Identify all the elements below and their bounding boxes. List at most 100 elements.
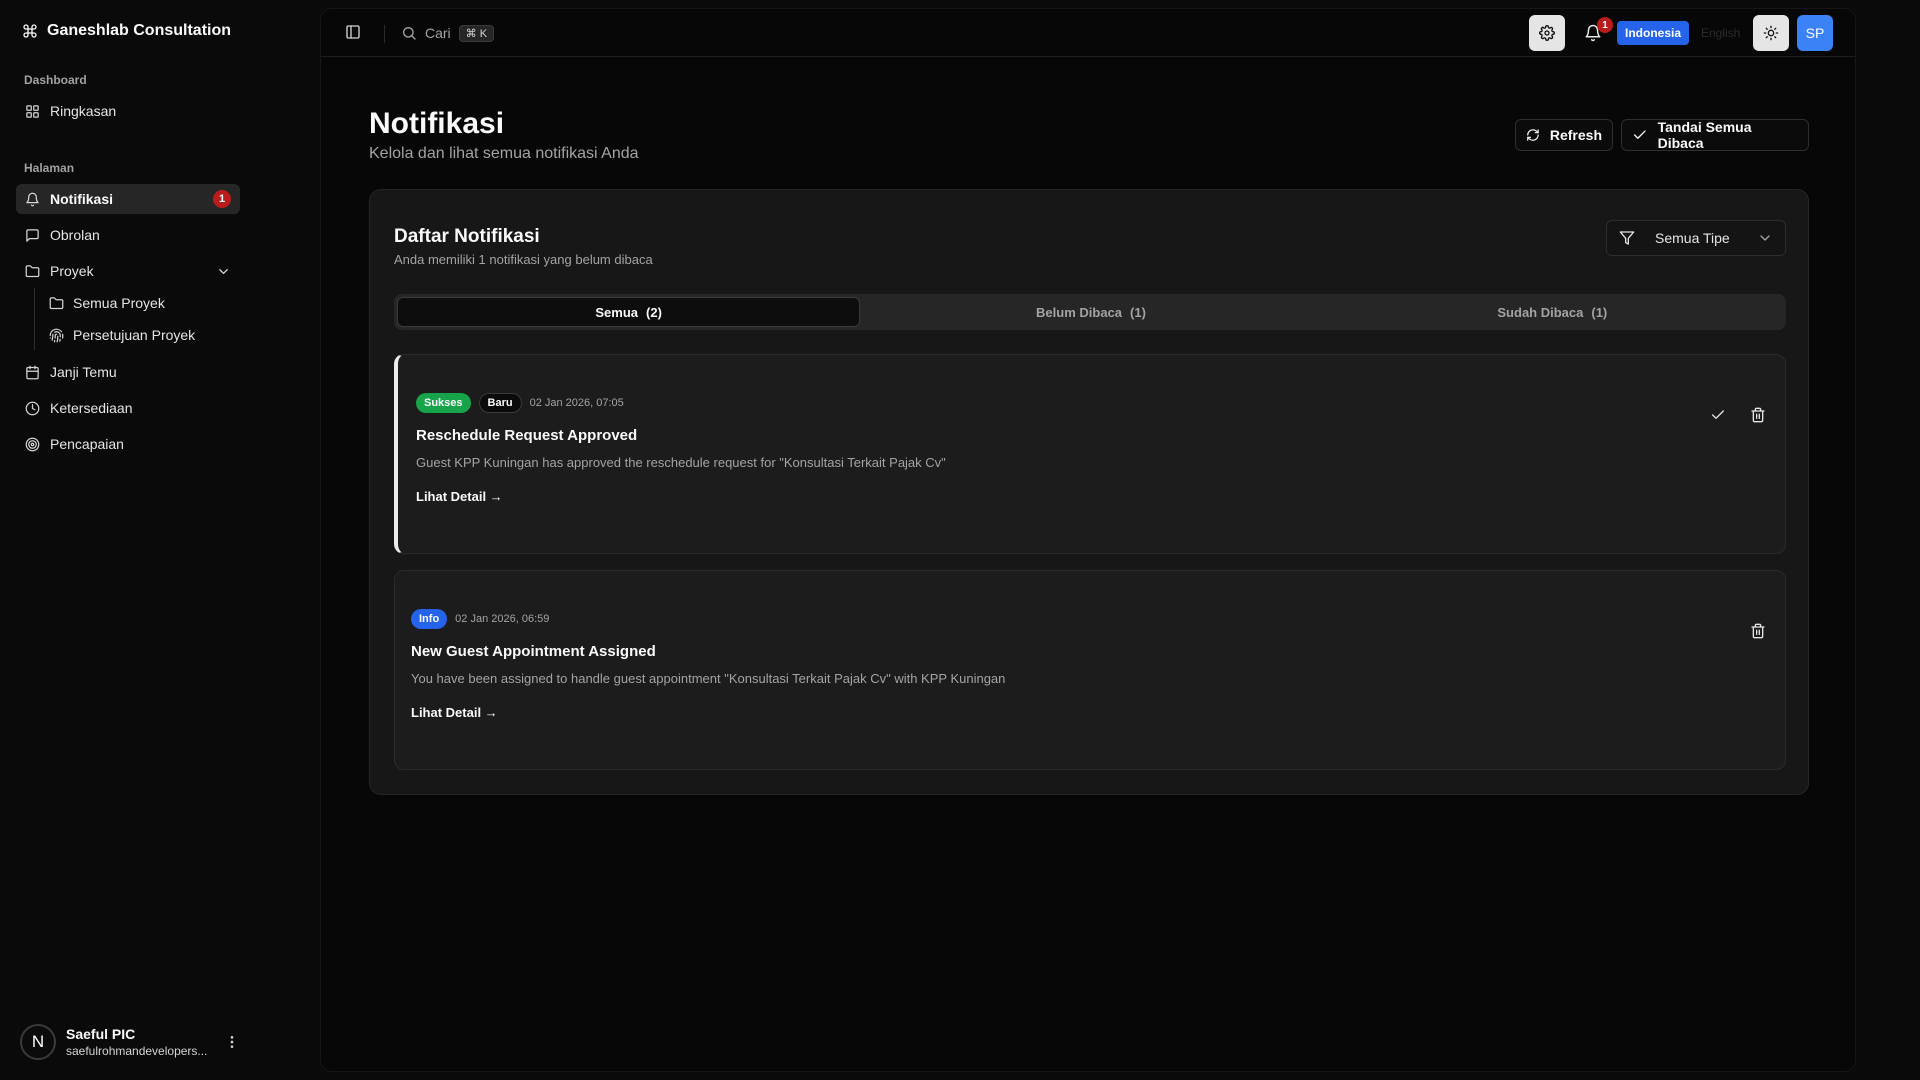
view-detail-link[interactable]: Lihat Detail → <box>411 705 498 720</box>
sidebar-item-label: Pencapaian <box>50 436 124 452</box>
sidebar-subitem-label: Semua Proyek <box>73 295 165 311</box>
topbar-divider <box>384 25 385 43</box>
notification-description: You have been assigned to handle guest a… <box>411 671 1006 686</box>
trash-icon <box>1751 623 1765 639</box>
notification-list-card: Daftar Notifikasi Anda memiliki 1 notifi… <box>369 189 1809 795</box>
search-label: Cari <box>425 25 451 41</box>
more-vertical-icon[interactable] <box>224 1034 240 1050</box>
sidebar-item-label: Obrolan <box>50 227 100 243</box>
folder-icon <box>25 264 40 277</box>
mark-all-read-button[interactable]: Tandai Semua Dibaca <box>1621 119 1809 151</box>
command-icon <box>23 24 37 38</box>
check-icon <box>1712 410 1724 419</box>
settings-button[interactable] <box>1529 15 1565 51</box>
tab-label: Semua <box>595 304 639 320</box>
sidebar-item-label: Janji Temu <box>50 364 117 380</box>
sidebar-item-ringkasan[interactable]: Ringkasan <box>16 96 240 126</box>
notification-item[interactable]: Sukses Baru 02 Jan 2026, 07:05 Reschedul… <box>394 354 1786 554</box>
layout-grid-icon <box>26 104 39 118</box>
tab-belum-dibaca[interactable]: Belum Dibaca (1) <box>860 297 1321 327</box>
sidebar-item-label: Notifikasi <box>50 191 114 207</box>
tab-sudah-dibaca[interactable]: Sudah Dibaca (1) <box>1322 297 1783 327</box>
sidebar-subitem-label: Persetujuan Proyek <box>73 327 196 343</box>
sidebar: Ganeshlab Consultation Dashboard Ringkas… <box>0 0 320 1080</box>
chevron-down-icon <box>1760 235 1770 241</box>
delete-button[interactable] <box>1746 403 1770 427</box>
card-subtitle: Anda memiliki 1 notifikasi yang belum di… <box>394 252 653 267</box>
search-shortcut: ⌘ K <box>458 24 495 42</box>
type-badge-info: Info <box>411 609 448 629</box>
chevron-down-icon[interactable] <box>216 264 231 279</box>
tab-label: Belum Dibaca <box>1036 304 1123 320</box>
check-icon <box>1633 130 1646 139</box>
panel-left-icon <box>346 25 360 39</box>
trash-icon <box>1751 407 1765 423</box>
folder-icon <box>49 296 64 309</box>
sidebar-item-ketersediaan[interactable]: Ketersediaan <box>16 393 240 423</box>
sidebar-item-pencapaian[interactable]: Pencapaian <box>16 429 240 459</box>
mark-read-button[interactable] <box>1706 403 1730 427</box>
filter-icon <box>1619 231 1635 245</box>
tab-semua[interactable]: Semua (2) <box>397 297 861 327</box>
clock-icon <box>25 401 40 415</box>
language-english-button[interactable]: English <box>1695 21 1746 45</box>
notification-item[interactable]: Info 02 Jan 2026, 06:59 New Guest Appoin… <box>394 570 1786 770</box>
sidebar-item-label: Ringkasan <box>50 103 117 119</box>
new-badge: Baru <box>478 393 522 413</box>
page-subtitle: Kelola dan lihat semua notifikasi Anda <box>369 145 639 162</box>
sidebar-subitem-persetujuan-proyek[interactable]: Persetujuan Proyek <box>40 321 240 349</box>
sidebar-item-obrolan[interactable]: Obrolan <box>16 220 240 250</box>
notifications-button[interactable]: 1 <box>1575 15 1613 51</box>
brand[interactable]: Ganeshlab Consultation <box>22 22 231 40</box>
tab-count: (2) <box>646 304 662 320</box>
notification-tabs: Semua (2) Belum Dibaca (1) Sudah Dibaca … <box>394 294 1786 330</box>
search-icon <box>403 27 416 40</box>
type-badge-success: Sukses <box>416 393 471 413</box>
language-indonesia-button[interactable]: Indonesia <box>1617 21 1690 45</box>
sidebar-item-proyek[interactable]: Proyek <box>16 256 240 286</box>
sidebar-subitem-semua-proyek[interactable]: Semua Proyek <box>40 289 240 317</box>
avatar: N <box>20 1024 56 1060</box>
type-filter-select[interactable]: Semua Tipe <box>1606 220 1786 256</box>
search-button[interactable]: Cari ⌘ K <box>401 21 495 45</box>
message-square-icon <box>26 228 39 242</box>
refresh-button[interactable]: Refresh <box>1515 119 1613 151</box>
tab-label: Sudah Dibaca <box>1497 304 1584 320</box>
fingerprint-icon <box>49 328 64 342</box>
notification-date: 02 Jan 2026, 06:59 <box>455 613 550 625</box>
theme-toggle-button[interactable] <box>1753 15 1789 51</box>
sun-icon <box>1763 25 1779 41</box>
notification-title: New Guest Appointment Assigned <box>411 643 656 660</box>
gear-icon <box>1539 25 1555 41</box>
notification-count-badge: 1 <box>213 190 231 208</box>
sidebar-item-label: Ketersediaan <box>50 400 133 416</box>
user-name: Saeful PIC <box>66 1026 136 1042</box>
page-title: Notifikasi <box>369 107 505 140</box>
topbar: Cari ⌘ K 1 Indonesia English SP <box>321 9 1855 57</box>
view-detail-link[interactable]: Lihat Detail → <box>416 489 503 504</box>
main-panel: Cari ⌘ K 1 Indonesia English SP Notifika… <box>320 8 1856 1072</box>
mark-all-read-label: Tandai Semua Dibaca <box>1657 119 1752 151</box>
notification-title: Reschedule Request Approved <box>416 427 638 444</box>
delete-button[interactable] <box>1746 619 1770 643</box>
tab-count: (1) <box>1591 304 1608 320</box>
group-label-dashboard: Dashboard <box>24 73 87 87</box>
user-email: saefulrohmandevelopers... <box>66 1044 208 1058</box>
sidebar-item-janji-temu[interactable]: Janji Temu <box>16 357 240 387</box>
brand-name: Ganeshlab Consultation <box>47 22 232 39</box>
tab-count: (1) <box>1130 304 1146 320</box>
refresh-label: Refresh <box>1549 127 1602 143</box>
bell-icon <box>26 192 39 206</box>
group-label-halaman: Halaman <box>24 161 75 175</box>
target-icon <box>25 437 40 451</box>
notification-count-badge: 1 <box>1597 17 1613 33</box>
sidebar-toggle-button[interactable] <box>345 24 361 40</box>
submenu-line <box>34 288 35 350</box>
notification-date: 02 Jan 2026, 07:05 <box>529 397 624 409</box>
avatar[interactable]: SP <box>1797 15 1833 51</box>
sidebar-item-notifikasi[interactable]: Notifikasi 1 <box>16 184 240 214</box>
filter-label: Semua Tipe <box>1655 230 1730 246</box>
card-title: Daftar Notifikasi <box>394 226 540 247</box>
sidebar-item-label: Proyek <box>50 263 94 279</box>
user-profile[interactable]: N Saeful PIC saefulrohmandevelopers... <box>20 1022 240 1062</box>
